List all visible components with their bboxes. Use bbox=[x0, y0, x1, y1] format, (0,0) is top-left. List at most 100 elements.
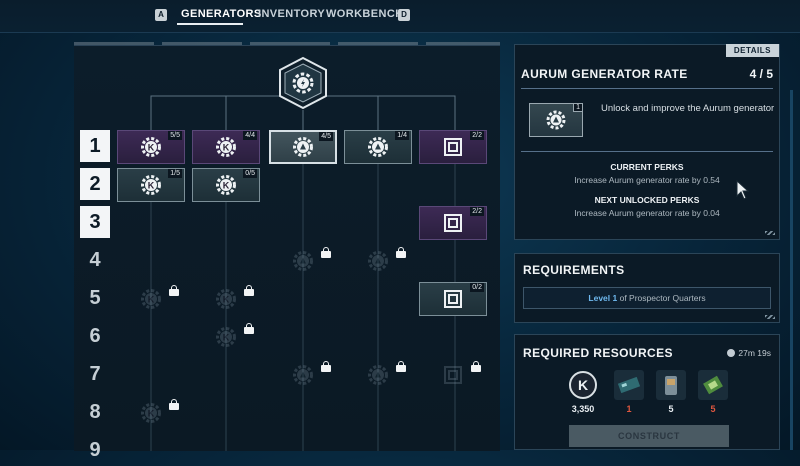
details-tab[interactable]: DETAILS bbox=[725, 44, 779, 57]
lock-icon bbox=[321, 247, 331, 258]
tier-label: 5 bbox=[89, 287, 101, 309]
locked-node[interactable] bbox=[269, 244, 337, 278]
perk-title: AURUM GENERATOR RATE bbox=[521, 67, 688, 81]
timer-value: 27m 19s bbox=[738, 348, 771, 358]
locked-node[interactable]: K bbox=[117, 396, 185, 430]
panel-corner-decoration bbox=[765, 231, 775, 235]
svg-text:K: K bbox=[223, 181, 230, 191]
square-target-icon bbox=[444, 138, 462, 156]
resource-value: 5 bbox=[710, 404, 716, 414]
skill-tree-panel: K 5/5 K 4/4 4/5 1/4 2/2 K 1/5 K 0/5 2/2 0/2 K K K K bbox=[74, 42, 500, 451]
locked-node[interactable]: K bbox=[117, 282, 185, 316]
tier-label: 1 bbox=[80, 130, 110, 162]
aurum-gear-icon bbox=[368, 251, 388, 271]
required-resources-panel: REQUIRED RESOURCES 27m 19s K 3,350 1 5 5… bbox=[514, 334, 780, 450]
k-coin-gear-icon: K bbox=[141, 175, 161, 195]
construct-button[interactable]: CONSTRUCT bbox=[569, 425, 729, 447]
k-coin-gear-icon: K bbox=[216, 327, 236, 347]
tree-node[interactable]: 4/5 bbox=[269, 130, 337, 164]
aurum-gear-icon bbox=[293, 137, 313, 157]
svg-text:K: K bbox=[223, 333, 230, 343]
locked-node[interactable]: K bbox=[192, 320, 260, 354]
tab-workbench[interactable]: WORKBENCH bbox=[326, 8, 404, 20]
k-coin-gear-icon: K bbox=[141, 289, 161, 309]
current-perks-header: CURRENT PERKS bbox=[610, 162, 684, 172]
aurum-gear-icon bbox=[293, 365, 313, 385]
tier-label: 9 bbox=[89, 439, 101, 461]
lock-icon bbox=[169, 399, 179, 410]
screen-edge-glow bbox=[790, 90, 793, 450]
lock-icon bbox=[396, 247, 406, 258]
node-progress-count: 2/2 bbox=[470, 207, 484, 216]
tier-label: 7 bbox=[89, 363, 101, 385]
k-coin-gear-icon: K bbox=[216, 289, 236, 309]
requirement-item: Level 1 of Prospector Quarters bbox=[523, 287, 771, 309]
nav-right-key-hint[interactable]: D bbox=[398, 9, 410, 21]
perk-count-badge: 1 bbox=[573, 103, 583, 112]
node-progress-count: 0/5 bbox=[243, 169, 257, 178]
aurum-gear-icon bbox=[368, 365, 388, 385]
generator-root-node[interactable] bbox=[276, 56, 330, 110]
svg-text:K: K bbox=[223, 143, 230, 153]
mouse-cursor-icon bbox=[736, 180, 750, 200]
requirement-building: of Prospector Quarters bbox=[617, 293, 706, 303]
green-chip-icon bbox=[698, 370, 728, 400]
aurum-gear-icon bbox=[293, 251, 313, 271]
svg-text:K: K bbox=[578, 377, 588, 393]
locked-node[interactable] bbox=[344, 358, 412, 392]
resource-item: 5 bbox=[653, 370, 689, 414]
k-coin-gear-icon: K bbox=[216, 137, 236, 157]
locked-node[interactable]: K bbox=[192, 282, 260, 316]
title-divider bbox=[521, 88, 773, 89]
tab-inventory[interactable]: INVENTORY bbox=[258, 8, 325, 20]
tree-node[interactable]: 2/2 bbox=[419, 206, 487, 240]
tree-node[interactable]: K 4/4 bbox=[192, 130, 260, 164]
resource-value: 1 bbox=[626, 404, 632, 414]
build-timer: 27m 19s bbox=[727, 348, 771, 358]
perk-description: Unlock and improve the Aurum generator bbox=[601, 103, 775, 114]
tree-node[interactable]: K 0/5 bbox=[192, 168, 260, 202]
perk-level: 4 / 5 bbox=[749, 67, 773, 81]
tree-node[interactable]: K 1/5 bbox=[117, 168, 185, 202]
tree-node[interactable]: K 5/5 bbox=[117, 130, 185, 164]
aurum-gear-icon bbox=[546, 110, 566, 130]
square-target-icon bbox=[444, 214, 462, 232]
svg-text:K: K bbox=[148, 181, 155, 191]
svg-text:K: K bbox=[148, 409, 155, 419]
node-progress-count: 1/5 bbox=[168, 169, 182, 178]
locked-node[interactable] bbox=[344, 244, 412, 278]
lock-icon bbox=[321, 361, 331, 372]
node-progress-count: 2/2 bbox=[470, 131, 484, 140]
svg-text:K: K bbox=[148, 295, 155, 305]
k-coin-icon: K bbox=[568, 370, 598, 400]
k-coin-gear-icon: K bbox=[216, 175, 236, 195]
node-progress-count: 4/5 bbox=[319, 132, 333, 141]
resource-value: 5 bbox=[668, 404, 674, 414]
circuit-board-icon bbox=[614, 370, 644, 400]
nav-left-key-hint[interactable]: A bbox=[155, 9, 167, 21]
resource-item: K 3,350 bbox=[565, 370, 601, 414]
resource-value: 3,350 bbox=[571, 404, 595, 414]
resource-item: 1 bbox=[611, 370, 647, 414]
node-progress-count: 1/4 bbox=[395, 131, 409, 140]
tier-label: 6 bbox=[89, 325, 101, 347]
locked-node[interactable] bbox=[269, 358, 337, 392]
tier-label: 8 bbox=[89, 401, 101, 423]
requirement-level: Level 1 bbox=[588, 293, 618, 303]
tree-node[interactable]: 0/2 bbox=[419, 282, 487, 316]
lock-icon bbox=[244, 285, 254, 296]
hex-generator-icon bbox=[279, 56, 327, 110]
tier-label: 3 bbox=[80, 206, 110, 238]
locked-node[interactable] bbox=[419, 358, 487, 392]
tree-node[interactable]: 1/4 bbox=[344, 130, 412, 164]
svg-text:K: K bbox=[148, 143, 155, 153]
svg-text:K: K bbox=[223, 295, 230, 305]
tree-node[interactable]: 2/2 bbox=[419, 130, 487, 164]
node-progress-count: 5/5 bbox=[168, 131, 182, 140]
node-progress-count: 0/2 bbox=[470, 283, 484, 292]
next-perks-text: Increase Aurum generator rate by 0.04 bbox=[574, 208, 720, 218]
perk-divider bbox=[521, 151, 773, 152]
lock-icon bbox=[244, 323, 254, 334]
tab-generators[interactable]: GENERATORS bbox=[181, 8, 262, 20]
lock-icon bbox=[169, 285, 179, 296]
